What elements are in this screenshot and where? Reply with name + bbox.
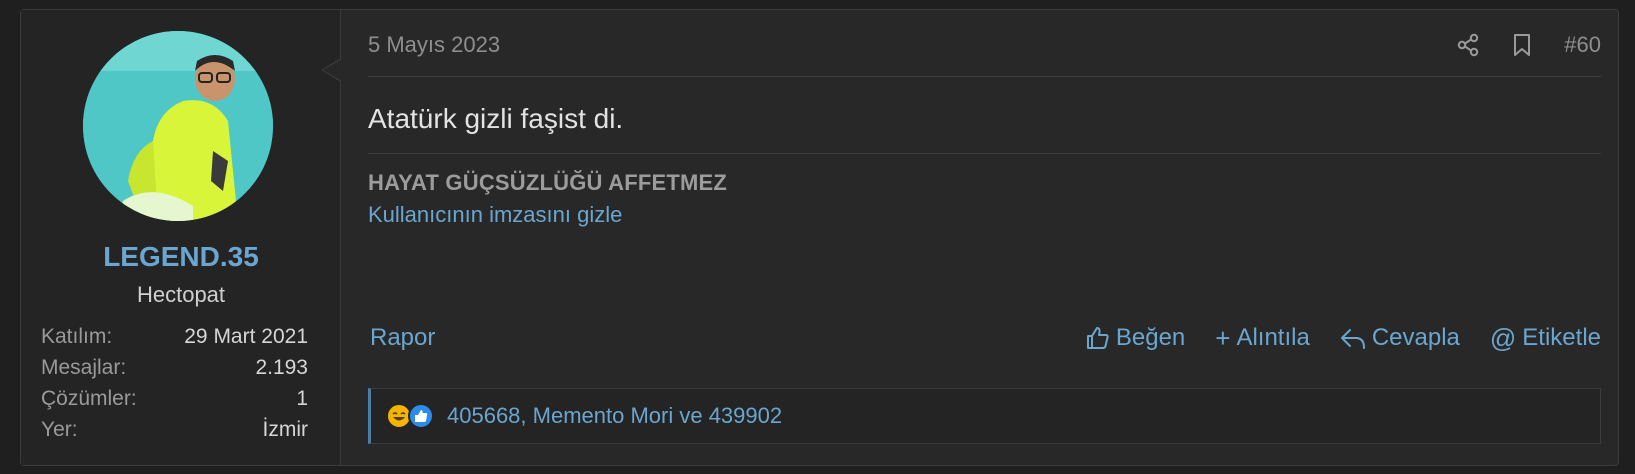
user-title: Hectopat <box>136 282 226 307</box>
stat-label: Çözümler: <box>41 387 137 410</box>
stat-value: 1 <box>296 387 308 410</box>
post-main: 5 Mayıs 2023 #60 Atatürk gizli faşist di… <box>363 10 1621 465</box>
hide-signature-link[interactable]: Kullanıcının imzasını gizle <box>368 202 622 228</box>
quote-label: Alıntıla <box>1236 324 1310 351</box>
stat-row-messages: Mesajlar: 2.193 <box>41 352 308 383</box>
username[interactable]: LEGEND.35 <box>21 241 341 273</box>
post-container: LEGEND.35 Hectopat Katılım: 29 Mart 2021… <box>20 9 1619 466</box>
message-arrow-inner <box>323 59 342 81</box>
reaction-icons <box>386 403 434 429</box>
stat-label: Mesajlar: <box>41 356 127 379</box>
post-actions-right: Beğen + Alıntıla Cevapla @ Etiketle <box>1086 324 1601 352</box>
stat-row-solutions: Çözümler: 1 <box>41 383 308 414</box>
post-meta: 5 Mayıs 2023 #60 <box>368 32 1601 77</box>
post-meta-icons: #60 <box>1456 32 1601 58</box>
post-number[interactable]: #60 <box>1564 32 1601 58</box>
share-icon[interactable] <box>1456 32 1480 58</box>
like-reaction-icon <box>408 403 434 429</box>
like-button[interactable]: Beğen <box>1086 324 1185 352</box>
reaction-users[interactable]: 405668, Memento Mori ve 439902 <box>447 403 782 429</box>
at-icon: @ <box>1489 323 1517 353</box>
reply-icon <box>1340 329 1365 349</box>
stat-value: İzmir <box>262 418 309 441</box>
stat-label: Katılım: <box>41 325 113 348</box>
tag-button[interactable]: @ Etiketle <box>1490 324 1601 352</box>
bookmark-icon[interactable] <box>1510 32 1534 58</box>
plus-icon: + <box>1215 323 1231 353</box>
like-label: Beğen <box>1115 324 1186 351</box>
avatar-image <box>83 31 273 221</box>
signature-text: HAYAT GÜÇSÜZLÜĞÜ AFFETMEZ <box>368 170 728 195</box>
stat-label: Yer: <box>41 418 78 441</box>
reply-button[interactable]: Cevapla <box>1340 324 1460 352</box>
user-stats: Katılım: 29 Mart 2021 Mesajlar: 2.193 Çö… <box>41 321 308 445</box>
report-button[interactable]: Rapor <box>370 324 435 352</box>
stat-value: 2.193 <box>255 356 308 379</box>
reactions-bar: 405668, Memento Mori ve 439902 <box>368 388 1601 444</box>
signature-divider <box>368 153 1601 154</box>
post-actions: Rapor Beğen + Alıntıla Cevapla @ Etiketl… <box>368 324 1601 358</box>
reply-label: Cevapla <box>1371 324 1460 351</box>
thumbs-up-icon <box>1086 327 1109 349</box>
stat-value: 29 Mart 2021 <box>184 325 308 348</box>
stat-row-location: Yer: İzmir <box>41 414 308 445</box>
user-info-panel: LEGEND.35 Hectopat Katılım: 29 Mart 2021… <box>21 10 341 465</box>
tag-label: Etiketle <box>1522 324 1601 351</box>
post-date[interactable]: 5 Mayıs 2023 <box>368 32 500 58</box>
quote-button[interactable]: + Alıntıla <box>1215 324 1310 352</box>
avatar[interactable] <box>83 31 273 221</box>
post-message: Atatürk gizli faşist di. <box>368 103 624 134</box>
stat-row-joined: Katılım: 29 Mart 2021 <box>41 321 308 352</box>
